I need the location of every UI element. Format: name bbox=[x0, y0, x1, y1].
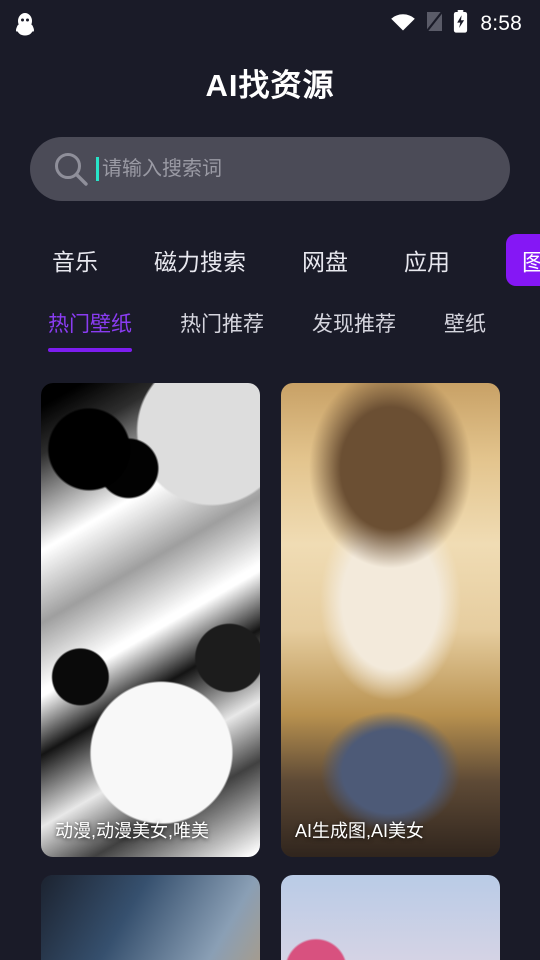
category-tab-images[interactable]: 图 bbox=[506, 234, 540, 286]
qq-penguin-icon bbox=[14, 11, 36, 37]
app-root: 8:58 AI找资源 请输入搜索词 音乐 磁力搜索 网盘 应用 图 热门壁纸 热… bbox=[0, 0, 540, 960]
wallpaper-card[interactable] bbox=[281, 875, 500, 960]
search-icon bbox=[52, 150, 90, 188]
status-bar-left bbox=[14, 11, 36, 37]
status-bar-right: 8:58 bbox=[390, 10, 522, 38]
wallpaper-thumbnail bbox=[41, 383, 260, 857]
search-input[interactable]: 请输入搜索词 bbox=[102, 159, 222, 179]
wallpaper-card[interactable]: AI生成图,AI美女 bbox=[281, 383, 500, 857]
subtab-wallpaper[interactable]: 壁纸 bbox=[444, 308, 486, 352]
wallpaper-thumbnail bbox=[281, 383, 500, 857]
wifi-icon bbox=[390, 12, 416, 37]
wallpaper-caption: 动漫,动漫美女,唯美 bbox=[55, 821, 210, 841]
wallpaper-card[interactable]: 动漫,动漫美女,唯美 bbox=[41, 383, 260, 857]
page-title: AI找资源 bbox=[205, 68, 335, 103]
status-bar: 8:58 bbox=[0, 0, 540, 48]
sim-card-icon bbox=[426, 11, 444, 37]
category-tab-apps[interactable]: 应用 bbox=[404, 243, 450, 277]
subtab-discover-recommend[interactable]: 发现推荐 bbox=[312, 308, 396, 352]
category-tab-magnet-search[interactable]: 磁力搜索 bbox=[154, 243, 246, 277]
wallpaper-thumbnail bbox=[41, 875, 260, 960]
category-tab-netdisk[interactable]: 网盘 bbox=[302, 243, 348, 277]
category-tab-music[interactable]: 音乐 bbox=[52, 243, 98, 277]
wallpaper-caption: AI生成图,AI美女 bbox=[295, 821, 425, 841]
subtab-hot-recommend[interactable]: 热门推荐 bbox=[180, 308, 264, 352]
subtab-strip[interactable]: 热门壁纸 热门推荐 发现推荐 壁纸 bbox=[0, 308, 540, 370]
search-bar[interactable]: 请输入搜索词 bbox=[30, 137, 510, 201]
wallpaper-grid: 动漫,动漫美女,唯美 AI生成图,AI美女 bbox=[41, 383, 501, 960]
status-bar-clock: 8:58 bbox=[480, 12, 522, 35]
battery-charging-icon bbox=[453, 10, 468, 38]
wallpaper-thumbnail bbox=[281, 875, 500, 960]
category-tab-strip[interactable]: 音乐 磁力搜索 网盘 应用 图 bbox=[0, 232, 540, 288]
wallpaper-card[interactable] bbox=[41, 875, 260, 960]
subtab-hot-wallpaper[interactable]: 热门壁纸 bbox=[48, 308, 132, 352]
search-text-caret bbox=[96, 157, 99, 181]
